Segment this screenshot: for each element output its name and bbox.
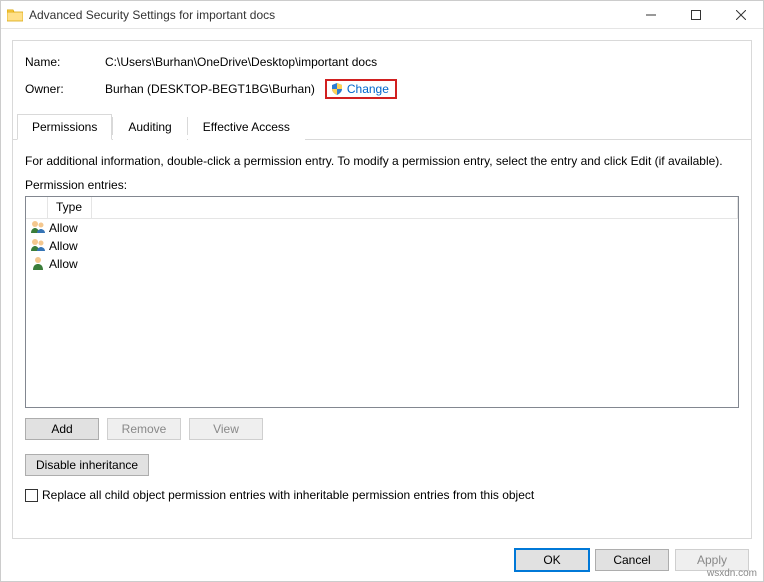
close-icon (736, 10, 746, 20)
replace-children-row: Replace all child object permission entr… (25, 488, 739, 502)
change-owner-link[interactable]: Change (347, 82, 389, 96)
shield-icon (330, 82, 344, 96)
cancel-button-label: Cancel (613, 553, 650, 567)
group-icon (29, 237, 47, 256)
list-item[interactable]: Allow (26, 237, 738, 255)
window-title: Advanced Security Settings for important… (29, 8, 628, 22)
list-item[interactable]: Allow (26, 219, 738, 237)
apply-button-label: Apply (697, 553, 727, 567)
remove-button-label: Remove (122, 422, 167, 436)
entries-label: Permission entries: (25, 178, 739, 192)
tab-auditing[interactable]: Auditing (113, 114, 186, 140)
list-item-type: Allow (47, 257, 95, 271)
owner-row: Owner: Burhan (DESKTOP-BEGT1BG\Burhan) C… (25, 79, 739, 99)
ok-button[interactable]: OK (515, 549, 589, 571)
list-item-type: Allow (47, 221, 95, 235)
content-panel: Name: C:\Users\Burhan\OneDrive\Desktop\i… (12, 40, 752, 539)
maximize-button[interactable] (673, 1, 718, 29)
list-item[interactable]: Allow (26, 255, 738, 273)
column-spacer (92, 197, 738, 218)
owner-label: Owner: (25, 82, 105, 96)
name-label: Name: (25, 55, 105, 69)
tab-strip: Permissions Auditing Effective Access (13, 113, 751, 140)
name-row: Name: C:\Users\Burhan\OneDrive\Desktop\i… (25, 55, 739, 69)
list-item-type: Allow (47, 239, 95, 253)
maximize-icon (691, 10, 701, 20)
view-button-label: View (213, 422, 239, 436)
permission-listview[interactable]: Type Allow Allow Allow (25, 196, 739, 408)
disable-inheritance-button[interactable]: Disable inheritance (25, 454, 149, 476)
remove-button: Remove (107, 418, 181, 440)
minimize-icon (646, 10, 656, 20)
minimize-button[interactable] (628, 1, 673, 29)
watermark: wsxdn.com (707, 568, 757, 579)
group-icon (29, 219, 47, 238)
tab-effective-access[interactable]: Effective Access (188, 114, 305, 140)
tab-auditing-label: Auditing (128, 120, 171, 134)
entry-buttons: Add Remove View (25, 418, 739, 440)
cancel-button[interactable]: Cancel (595, 549, 669, 571)
column-icon[interactable] (26, 197, 48, 218)
replace-children-checkbox[interactable] (25, 489, 38, 502)
add-button[interactable]: Add (25, 418, 99, 440)
window-frame: Advanced Security Settings for important… (0, 0, 764, 582)
listview-header: Type (26, 197, 738, 219)
owner-value: Burhan (DESKTOP-BEGT1BG\Burhan) (105, 82, 315, 96)
folder-icon (7, 8, 23, 22)
replace-children-label: Replace all child object permission entr… (42, 488, 534, 502)
user-icon (29, 255, 47, 274)
name-value: C:\Users\Burhan\OneDrive\Desktop\importa… (105, 55, 377, 69)
view-button: View (189, 418, 263, 440)
tab-effective-label: Effective Access (203, 120, 290, 134)
ok-button-label: OK (543, 553, 560, 567)
window-controls (628, 1, 763, 29)
column-type[interactable]: Type (48, 197, 92, 218)
close-button[interactable] (718, 1, 763, 29)
titlebar: Advanced Security Settings for important… (1, 1, 763, 29)
add-button-label: Add (51, 422, 72, 436)
change-owner-highlight: Change (325, 79, 397, 99)
disable-inheritance-label: Disable inheritance (36, 458, 138, 472)
hint-text: For additional information, double-click… (25, 154, 739, 168)
tab-permissions[interactable]: Permissions (17, 114, 112, 140)
tab-permissions-label: Permissions (32, 120, 97, 134)
